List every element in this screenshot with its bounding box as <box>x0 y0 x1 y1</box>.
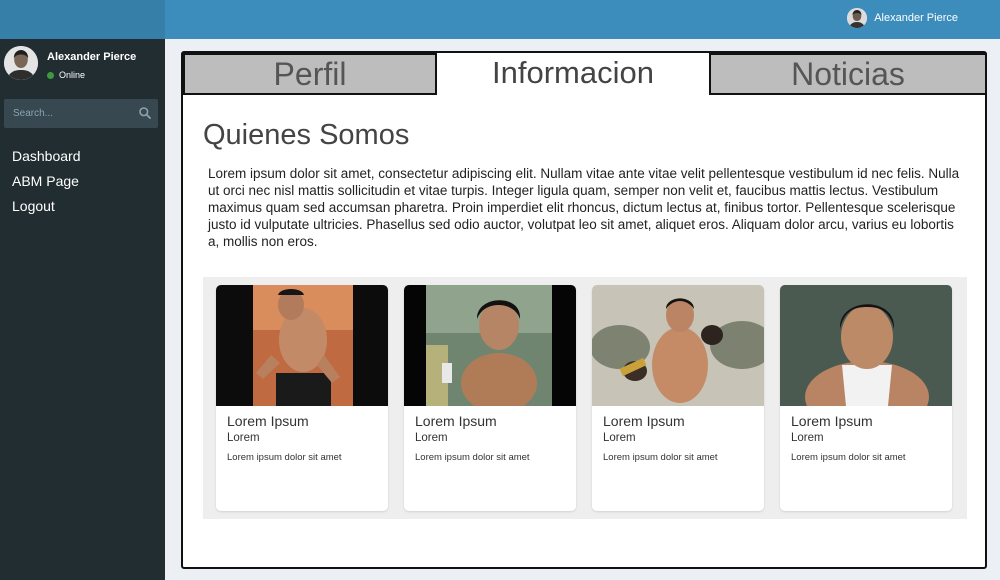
card[interactable]: Lorem Ipsum Lorem Lorem ipsum dolor sit … <box>216 285 388 511</box>
sidebar-logo-area <box>0 0 165 39</box>
card-image <box>404 285 576 406</box>
topbar-user-name: Alexander Pierce <box>874 12 958 24</box>
card-title: Lorem Ipsum <box>603 413 685 429</box>
card-subtitle: Lorem <box>791 432 824 444</box>
card-title: Lorem Ipsum <box>227 413 309 429</box>
user-panel: Alexander Pierce Online <box>4 46 164 86</box>
card-subtitle: Lorem <box>227 432 260 444</box>
sidebar-search <box>4 99 158 128</box>
card-text: Lorem ipsum dolor sit amet <box>603 452 718 463</box>
search-icon[interactable] <box>138 106 152 120</box>
about-paragraph: Lorem ipsum dolor sit amet, consectetur … <box>208 166 960 249</box>
sidebar-nav: Dashboard ABM Page Logout <box>12 148 81 223</box>
tab-informacion[interactable]: Informacion <box>437 53 709 95</box>
main-panel: Perfil Informacion Noticias Quienes Somo… <box>181 51 987 569</box>
card[interactable]: Lorem Ipsum Lorem Lorem ipsum dolor sit … <box>592 285 764 511</box>
user-avatar-icon <box>4 46 38 80</box>
user-avatar-icon <box>847 8 868 28</box>
card-title: Lorem Ipsum <box>415 413 497 429</box>
topbar-user-menu[interactable]: Alexander Pierce <box>847 8 958 28</box>
sidebar: Alexander Pierce Online Dashboard ABM Pa… <box>0 39 165 580</box>
card-subtitle: Lorem <box>603 432 636 444</box>
card-image <box>780 285 952 406</box>
user-status: Online <box>47 70 85 80</box>
tab-noticias[interactable]: Noticias <box>709 53 987 95</box>
card-title: Lorem Ipsum <box>791 413 873 429</box>
user-status-label: Online <box>59 70 86 80</box>
card[interactable]: Lorem Ipsum Lorem Lorem ipsum dolor sit … <box>780 285 952 511</box>
sidebar-user-name: Alexander Pierce <box>47 51 137 63</box>
sidebar-item-dashboard[interactable]: Dashboard <box>12 148 81 173</box>
card-text: Lorem ipsum dolor sit amet <box>415 452 530 463</box>
card-text: Lorem ipsum dolor sit amet <box>227 452 342 463</box>
top-navbar: Alexander Pierce <box>165 0 1000 39</box>
search-input[interactable] <box>4 99 129 128</box>
cards-area: Lorem Ipsum Lorem Lorem ipsum dolor sit … <box>203 277 967 519</box>
card-image <box>592 285 764 406</box>
online-status-icon <box>47 71 54 79</box>
tab-perfil[interactable]: Perfil <box>183 53 437 95</box>
card-subtitle: Lorem <box>415 432 448 444</box>
card-image <box>216 285 388 406</box>
sidebar-item-logout[interactable]: Logout <box>12 198 81 223</box>
sidebar-item-abm-page[interactable]: ABM Page <box>12 173 81 198</box>
section-title: Quienes Somos <box>203 119 410 151</box>
card-text: Lorem ipsum dolor sit amet <box>791 452 906 463</box>
card[interactable]: Lorem Ipsum Lorem Lorem ipsum dolor sit … <box>404 285 576 511</box>
